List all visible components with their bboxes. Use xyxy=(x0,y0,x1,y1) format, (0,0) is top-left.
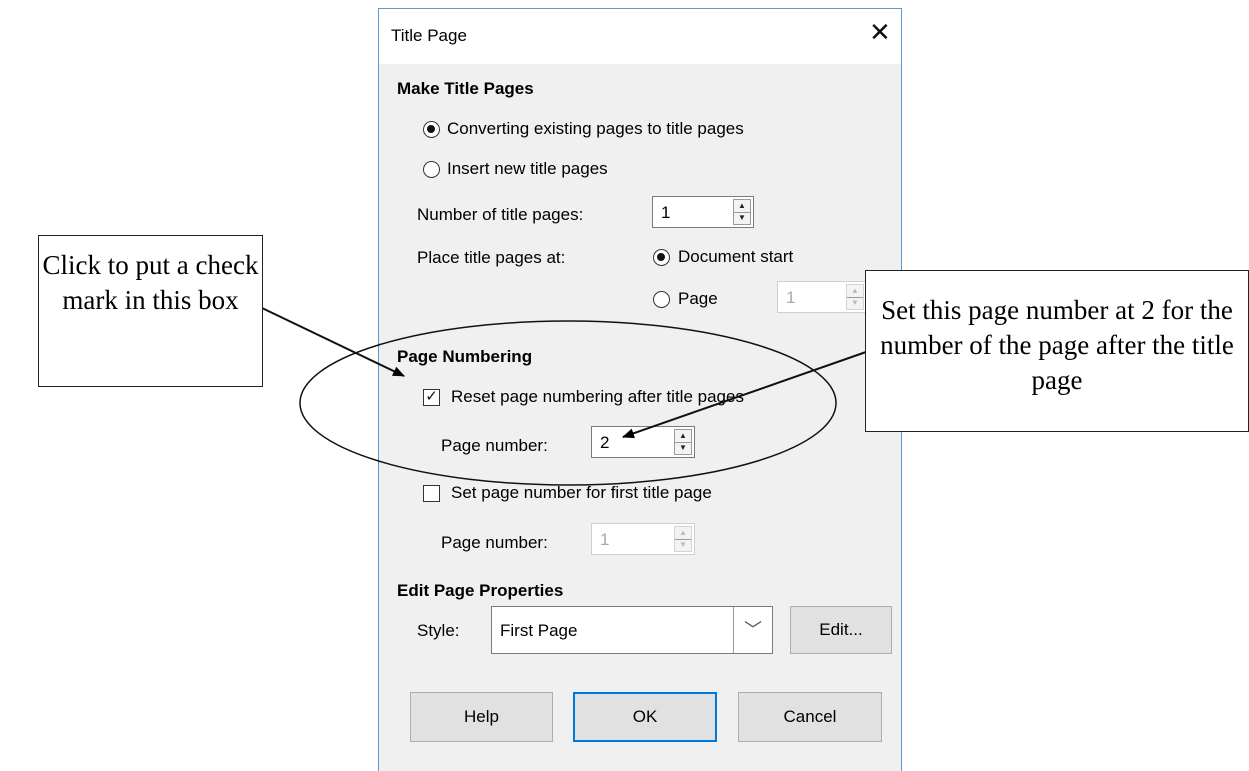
dialog-title: Title Page xyxy=(391,26,467,45)
page-position-value[interactable]: 1 xyxy=(786,288,795,308)
left-callout: Click to put a check mark in this box xyxy=(38,235,263,387)
first-page-number-label: Page number: xyxy=(441,533,548,552)
right-callout: Set this page number at 2 for the number… xyxy=(865,270,1249,432)
convert-existing-radio[interactable] xyxy=(423,121,440,138)
page-numbering-heading: Page Numbering xyxy=(397,347,533,366)
ok-button[interactable]: OK xyxy=(573,692,717,742)
reset-page-numbering-checkbox[interactable]: ✓ xyxy=(423,389,440,406)
help-button[interactable]: Help xyxy=(410,692,553,742)
first-page-number-value[interactable]: 1 xyxy=(600,530,609,550)
convert-existing-label[interactable]: Converting existing pages to title pages xyxy=(447,119,744,139)
page-position-stepper[interactable]: 1 ▲ ▼ xyxy=(777,281,867,313)
spin-down-icon[interactable]: ▼ xyxy=(675,442,691,454)
page-radio-label[interactable]: Page xyxy=(678,289,718,309)
title-page-dialog: Title Page ✕ Make Title Pages Converting… xyxy=(378,8,902,771)
set-first-page-number-checkbox[interactable] xyxy=(423,485,440,502)
number-of-title-pages-label: Number of title pages: xyxy=(417,205,584,224)
spin-down-icon[interactable]: ▼ xyxy=(675,539,691,551)
number-of-title-pages-value[interactable]: 1 xyxy=(661,203,670,223)
page-radio[interactable] xyxy=(653,291,670,308)
document-start-label[interactable]: Document start xyxy=(678,247,793,267)
insert-new-radio[interactable] xyxy=(423,161,440,178)
page-number-value[interactable]: 2 xyxy=(600,433,609,453)
edit-button[interactable]: Edit... xyxy=(790,606,892,654)
insert-new-label[interactable]: Insert new title pages xyxy=(447,159,608,179)
place-title-pages-label: Place title pages at: xyxy=(417,248,566,267)
make-title-pages-heading: Make Title Pages xyxy=(397,79,534,98)
spin-down-icon[interactable]: ▼ xyxy=(734,212,750,224)
chevron-down-icon[interactable]: ﹀ xyxy=(733,607,772,653)
edit-page-properties-heading: Edit Page Properties xyxy=(397,581,564,600)
document-start-radio[interactable] xyxy=(653,249,670,266)
first-page-number-stepper[interactable]: 1 ▲ ▼ xyxy=(591,523,695,555)
number-of-title-pages-stepper[interactable]: 1 ▲ ▼ xyxy=(652,196,754,228)
cancel-button[interactable]: Cancel xyxy=(738,692,882,742)
page-number-stepper[interactable]: 2 ▲ ▼ xyxy=(591,426,695,458)
reset-page-numbering-label[interactable]: Reset page numbering after title pages xyxy=(451,387,744,407)
style-select-value[interactable]: First Page xyxy=(500,621,577,641)
dialog-titlebar: Title Page ✕ xyxy=(379,9,901,64)
spin-down-icon[interactable]: ▼ xyxy=(847,297,863,309)
style-label: Style: xyxy=(417,621,460,640)
page-number-label: Page number: xyxy=(441,436,548,455)
set-first-page-number-label[interactable]: Set page number for first title page xyxy=(451,483,712,503)
style-select[interactable]: First Page ﹀ xyxy=(491,606,773,654)
close-icon[interactable]: ✕ xyxy=(869,19,891,45)
